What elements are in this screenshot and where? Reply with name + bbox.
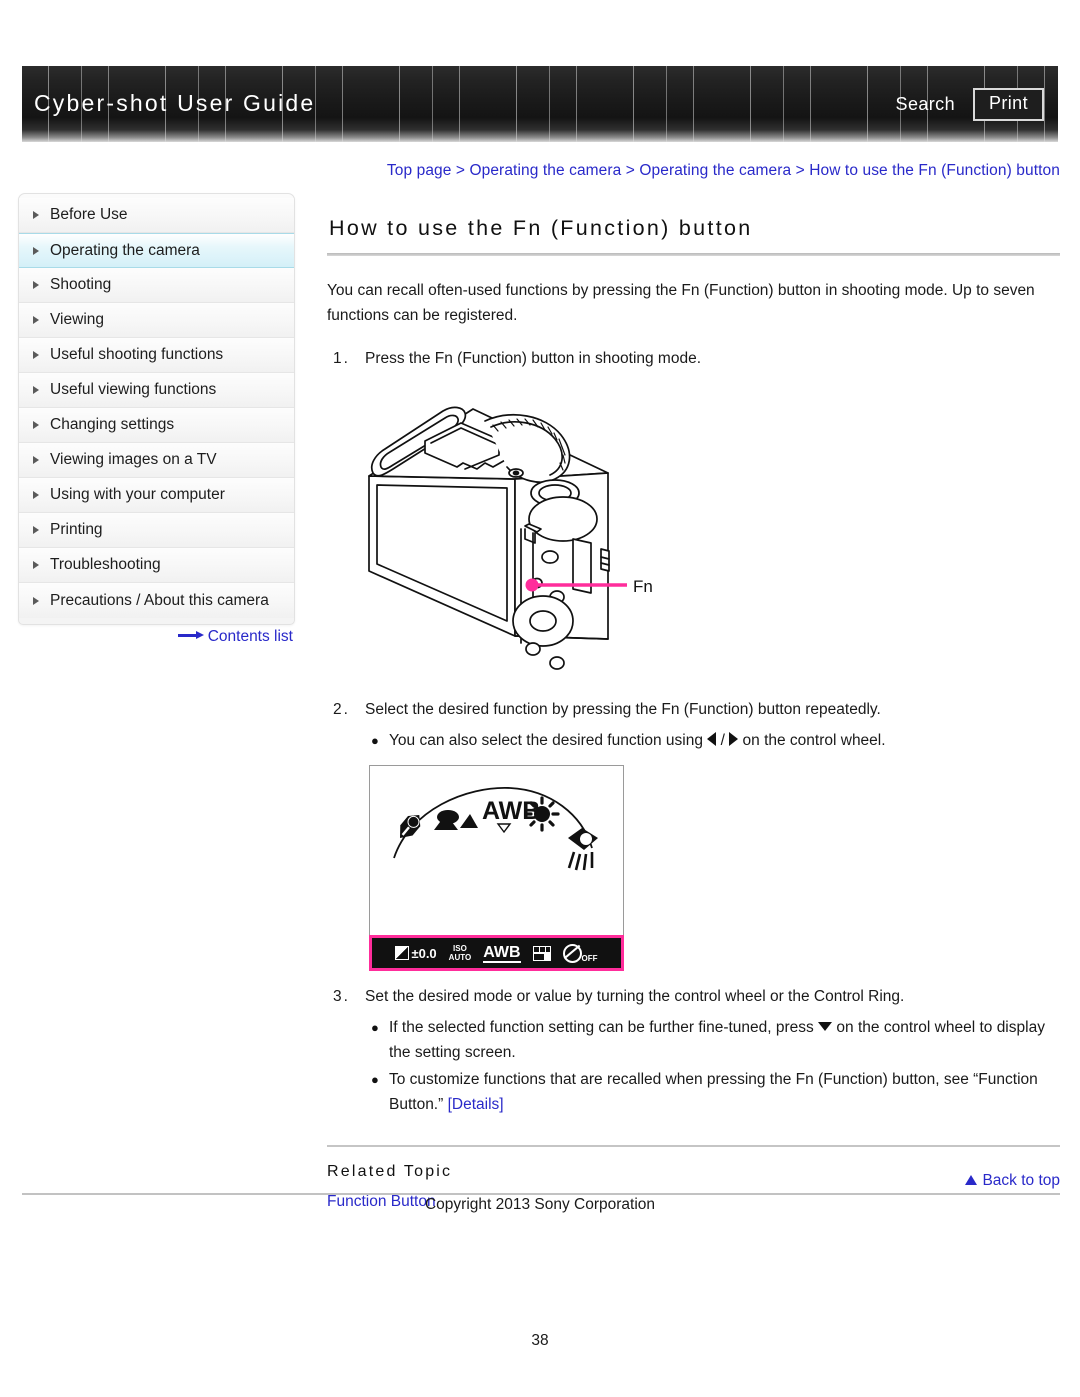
step-2-bullet-a-text: You can also select the desired function… bbox=[389, 728, 1060, 753]
footer-divider bbox=[22, 1193, 1060, 1195]
bullet-icon: ● bbox=[371, 1072, 379, 1087]
sidebar-item-useful-shooting-functions[interactable]: Useful shooting functions bbox=[19, 338, 294, 373]
site-title: Cyber-shot User Guide bbox=[34, 90, 316, 116]
sidebar-item-useful-viewing-functions[interactable]: Useful viewing functions bbox=[19, 373, 294, 408]
iso-icon: ISO AUTO bbox=[448, 944, 472, 962]
incandescent-wb-icon bbox=[567, 828, 598, 871]
sidebar-item-viewing[interactable]: Viewing bbox=[19, 303, 294, 338]
selection-marker-icon bbox=[496, 823, 512, 834]
print-button[interactable]: Print bbox=[972, 88, 1044, 121]
sidebar-item-label: Troubleshooting bbox=[50, 556, 161, 573]
chevron-right-icon bbox=[33, 386, 39, 394]
sidebar-item-label: Useful viewing functions bbox=[50, 381, 217, 398]
chevron-right-icon bbox=[33, 491, 39, 499]
sidebar-item-before-use[interactable]: Before Use bbox=[19, 198, 294, 233]
chevron-right-icon bbox=[33, 561, 39, 569]
dpad-down-icon bbox=[818, 1022, 833, 1031]
sidebar-item-operating-the-camera[interactable]: Operating the camera bbox=[19, 233, 294, 268]
step-1: 1. Press the Fn (Function) button in sho… bbox=[327, 346, 1060, 371]
screen-status-bar: ±0.0 ISO AUTO AWB OFF bbox=[369, 935, 624, 971]
details-link[interactable]: [Details] bbox=[448, 1096, 504, 1113]
copyright-text: Copyright 2013 Sony Corporation bbox=[424, 1196, 656, 1213]
page-number: 38 bbox=[531, 1332, 549, 1349]
step-3-bullet-b: ● To customize functions that are recall… bbox=[327, 1067, 1060, 1117]
drive-mode-icon bbox=[532, 945, 551, 961]
site-header: Cyber-shot User Guide Search Print bbox=[22, 66, 1058, 142]
main-content: How to use the Fn (Function) button You … bbox=[327, 216, 1060, 1211]
contents-list-label: Contents list bbox=[207, 628, 293, 645]
sidebar-item-precautions-about-this-camera[interactable]: Precautions / About this camera bbox=[19, 583, 294, 618]
camera-screen-illustration: AWB ±0.0 ISO AUTO AWB OFF bbox=[369, 765, 624, 971]
breadcrumb[interactable]: Top page > Operating the camera > Operat… bbox=[387, 162, 1060, 180]
sidebar-item-label: Before Use bbox=[50, 206, 128, 223]
camera-svg: Fn bbox=[368, 406, 653, 670]
sidebar-item-label: Viewing bbox=[50, 311, 105, 328]
sidebar-item-label: Printing bbox=[50, 521, 103, 538]
step-3: 3. Set the desired mode or value by turn… bbox=[327, 984, 1060, 1009]
sidebar-item-label: Precautions / About this camera bbox=[50, 591, 269, 609]
sidebar-item-shooting[interactable]: Shooting bbox=[19, 268, 294, 303]
chevron-right-icon bbox=[33, 421, 39, 429]
camera-back-illustration: Fn bbox=[365, 381, 665, 681]
step-3-bullet-b-text: To customize functions that are recalled… bbox=[389, 1067, 1060, 1117]
chevron-right-icon bbox=[33, 281, 39, 289]
contents-list-link[interactable]: Contents list bbox=[18, 628, 293, 646]
chevron-right-icon bbox=[33, 456, 39, 464]
step-3-bullet-a-text: If the selected function setting can be … bbox=[389, 1015, 1060, 1065]
search-button[interactable]: Search bbox=[892, 92, 959, 117]
sidebar-item-label: Useful shooting functions bbox=[50, 346, 224, 363]
sidebar-item-label: Operating the camera bbox=[50, 241, 200, 259]
sidebar-nav: Before Use Operating the camera Shooting… bbox=[18, 193, 295, 625]
dpad-left-icon bbox=[707, 732, 717, 746]
flash-off-icon: OFF bbox=[562, 943, 598, 963]
chevron-right-icon bbox=[33, 526, 39, 534]
step-2: 2. Select the desired function by pressi… bbox=[327, 697, 1060, 722]
title-divider bbox=[327, 253, 1060, 256]
step-2-text: Select the desired function by pressing … bbox=[365, 701, 881, 718]
awb-status-icon: AWB bbox=[483, 943, 521, 963]
dpad-right-icon bbox=[729, 732, 739, 746]
sidebar-item-label: Changing settings bbox=[50, 416, 175, 433]
step-2-number: 2. bbox=[333, 701, 350, 718]
back-to-top-label: Back to top bbox=[982, 1172, 1060, 1189]
sidebar-item-label: Shooting bbox=[50, 276, 112, 293]
sidebar-item-label: Viewing images on a TV bbox=[50, 451, 217, 468]
daylight-wb-icon bbox=[524, 796, 560, 832]
bullet-text-part-1: You can also select the desired function… bbox=[389, 732, 703, 749]
awb-arc-label: AWB bbox=[482, 797, 540, 825]
arrow-right-icon bbox=[177, 631, 204, 640]
step-1-number: 1. bbox=[333, 350, 350, 367]
header-actions: Search Print bbox=[892, 88, 1044, 121]
glyph-separator: / bbox=[720, 732, 725, 749]
sidebar-item-changing-settings[interactable]: Changing settings bbox=[19, 408, 294, 443]
bullet-text-part-2: on the control wheel. bbox=[742, 732, 886, 749]
chevron-right-icon bbox=[33, 316, 39, 324]
flash-wb-icon bbox=[400, 815, 421, 838]
step-2-bullet-a: ● You can also select the desired functi… bbox=[327, 728, 1060, 753]
step-1-text: Press the Fn (Function) button in shooti… bbox=[365, 350, 702, 367]
step-3-number: 3. bbox=[333, 988, 350, 1005]
chevron-right-icon bbox=[33, 211, 39, 219]
exposure-comp-icon: ±0.0 bbox=[395, 946, 437, 961]
chevron-right-icon bbox=[33, 351, 39, 359]
sidebar-item-using-with-your-computer[interactable]: Using with your computer bbox=[19, 478, 294, 513]
bullet-icon: ● bbox=[371, 733, 379, 748]
intro-paragraph: You can recall often-used functions by p… bbox=[327, 282, 1035, 324]
triangle-up-icon bbox=[965, 1175, 978, 1185]
step-3-text: Set the desired mode or value by turning… bbox=[365, 988, 905, 1005]
sidebar-item-viewing-images-on-a-tv[interactable]: Viewing images on a TV bbox=[19, 443, 294, 478]
bullet-icon: ● bbox=[371, 1020, 379, 1035]
chevron-right-icon bbox=[33, 596, 39, 605]
sidebar-item-printing[interactable]: Printing bbox=[19, 513, 294, 548]
page-title: How to use the Fn (Function) button bbox=[329, 216, 753, 240]
cloudy-wb-icon bbox=[434, 810, 478, 830]
chevron-right-icon bbox=[33, 246, 39, 255]
sidebar-item-troubleshooting[interactable]: Troubleshooting bbox=[19, 548, 294, 583]
step-3-bullet-a: ● If the selected function setting can b… bbox=[327, 1015, 1060, 1065]
related-topic-divider bbox=[327, 1145, 1060, 1147]
sidebar-item-label: Using with your computer bbox=[50, 486, 225, 503]
fn-callout-label: Fn bbox=[633, 577, 653, 596]
bullet-text-part-1: If the selected function setting can be … bbox=[389, 1019, 814, 1036]
back-to-top-link[interactable]: Back to top bbox=[327, 1172, 1060, 1190]
